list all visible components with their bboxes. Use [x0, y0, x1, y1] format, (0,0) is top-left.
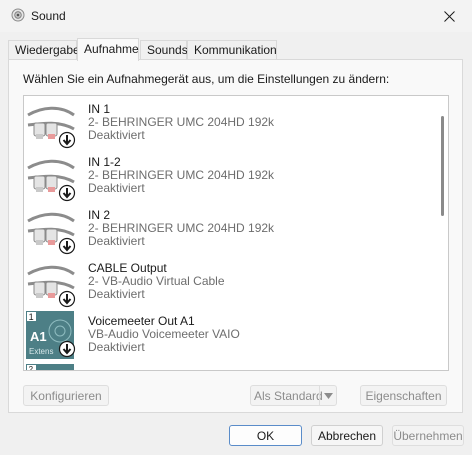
- instruction-text: Wählen Sie ein Aufnahmegerät aus, um die…: [23, 72, 390, 86]
- set-default-label: Als Standard: [254, 388, 323, 403]
- configure-button[interactable]: Konfigurieren: [23, 385, 109, 406]
- properties-button[interactable]: Eigenschaften: [360, 385, 447, 406]
- rca-cable-icon: [27, 212, 76, 255]
- window-title: Sound: [31, 9, 66, 23]
- device-name: IN 1: [88, 102, 111, 116]
- rca-cable-icon: [27, 159, 76, 202]
- list-item[interactable]: 1 A1 Extens Voicemeeter Out A1 VB-Audio …: [24, 308, 434, 361]
- title-bar: Sound: [0, 0, 472, 32]
- device-name: CABLE Output: [88, 261, 167, 275]
- device-driver: VB-Audio Voicemeeter VAIO: [88, 327, 240, 341]
- rca-cable-icon: [27, 106, 76, 149]
- list-item[interactable]: CABLE Output 2- VB-Audio Virtual Cable D…: [24, 255, 434, 308]
- device-status: Deaktiviert: [88, 340, 145, 354]
- voicemeeter-icon: 2: [26, 364, 74, 371]
- device-status: Deaktiviert: [88, 181, 145, 195]
- device-driver: 2- VB-Audio Virtual Cable: [88, 274, 225, 288]
- device-status: Deaktiviert: [88, 287, 145, 301]
- badge-label: A1: [30, 329, 47, 344]
- device-driver: 2- BEHRINGER UMC 204HD 192k: [88, 221, 275, 235]
- set-default-dropdown[interactable]: [319, 386, 336, 405]
- device-name: Voicemeeter Out A1: [88, 314, 195, 328]
- device-driver: 2- BEHRINGER UMC 204HD 192k: [88, 168, 275, 182]
- device-name: IN 2: [88, 208, 111, 222]
- tab-aufnahme[interactable]: Aufnahme: [77, 38, 139, 61]
- device-list[interactable]: IN 1 2- BEHRINGER UMC 204HD 192k Deaktiv…: [23, 95, 449, 371]
- list-item[interactable]: 2: [24, 364, 434, 371]
- rca-cable-icon: [27, 265, 76, 308]
- close-icon: [443, 10, 455, 22]
- device-status: Deaktiviert: [88, 234, 145, 248]
- recording-panel: Wählen Sie ein Aufnahmegerät aus, um die…: [8, 59, 463, 413]
- tab-sounds[interactable]: Sounds: [140, 40, 188, 60]
- apply-button[interactable]: Übernehmen: [392, 425, 464, 446]
- list-item[interactable]: IN 1-2 2- BEHRINGER UMC 204HD 192k Deakt…: [24, 149, 434, 202]
- list-item[interactable]: IN 2 2- BEHRINGER UMC 204HD 192k Deaktiv…: [24, 202, 434, 255]
- device-name: IN 1-2: [88, 155, 121, 169]
- speaker-icon: [11, 8, 25, 22]
- badge-number: 1: [29, 312, 34, 322]
- ok-button[interactable]: OK: [229, 425, 302, 446]
- voicemeeter-icon: 1 A1 Extens: [26, 311, 76, 359]
- chevron-down-icon: [323, 392, 333, 399]
- badge-sub: Extens: [29, 347, 53, 356]
- close-button[interactable]: [426, 0, 472, 32]
- device-status: Deaktiviert: [88, 128, 145, 142]
- tab-wiedergabe[interactable]: Wiedergabe: [8, 40, 80, 60]
- device-driver: 2- BEHRINGER UMC 204HD 192k: [88, 115, 275, 129]
- cancel-button[interactable]: Abbrechen: [311, 425, 383, 446]
- set-default-button[interactable]: Als Standard: [250, 385, 337, 406]
- scrollbar-thumb[interactable]: [441, 116, 444, 216]
- list-item[interactable]: IN 1 2- BEHRINGER UMC 204HD 192k Deaktiv…: [24, 96, 434, 149]
- tab-kommunikation[interactable]: Kommunikation: [187, 40, 277, 60]
- badge-number: 2: [29, 365, 34, 371]
